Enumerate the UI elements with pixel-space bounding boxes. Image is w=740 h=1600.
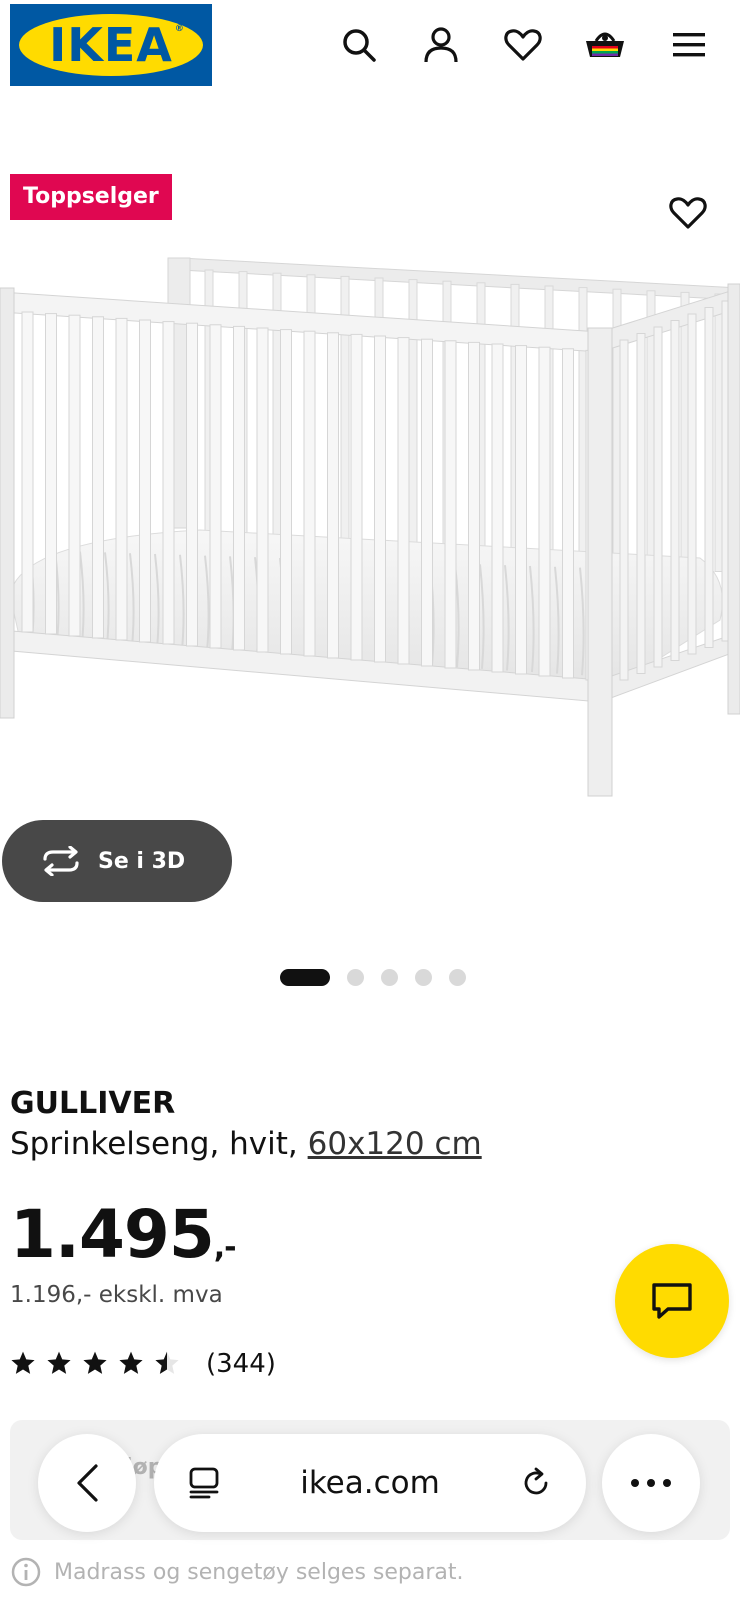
- more-dots-icon: [631, 1479, 671, 1487]
- price-ex-vat: 1.196,- ekskl. mva: [10, 1282, 223, 1308]
- view-in-3d-label: Se i 3D: [98, 848, 186, 874]
- search-icon[interactable]: [336, 22, 382, 68]
- logo-text: IKEA ®: [49, 18, 185, 72]
- pagination-dot[interactable]: [347, 968, 364, 986]
- user-icon[interactable]: [418, 22, 464, 68]
- chevron-left-icon: [77, 1464, 98, 1502]
- tabs-icon[interactable]: [184, 1463, 224, 1503]
- menu-icon[interactable]: [666, 22, 712, 68]
- ikea-logo[interactable]: IKEA ®: [10, 4, 212, 86]
- reload-icon[interactable]: [516, 1463, 556, 1503]
- product-description: Sprinkelseng, hvit, 60x120 cm: [10, 1126, 482, 1162]
- chat-icon: [652, 1283, 692, 1319]
- half-star-icon: [155, 1351, 179, 1374]
- info-note-text: Madrass og sengetøy selges separat.: [54, 1559, 464, 1585]
- registered-mark: ®: [174, 24, 185, 34]
- product-size-link[interactable]: 60x120 cm: [308, 1126, 482, 1162]
- info-icon: [11, 1557, 41, 1587]
- pagination-dot[interactable]: [449, 968, 466, 986]
- basket-icon[interactable]: [582, 22, 628, 68]
- product-type: Sprinkelseng, hvit,: [10, 1126, 308, 1162]
- logo-oval: IKEA ®: [19, 14, 203, 76]
- heart-icon[interactable]: [500, 22, 546, 68]
- pagination-dot[interactable]: [415, 968, 432, 986]
- view-in-3d-button[interactable]: Se i 3D: [2, 820, 232, 902]
- product-image[interactable]: [0, 240, 740, 820]
- gallery-pagination: [280, 968, 466, 986]
- pagination-dot[interactable]: [381, 968, 398, 986]
- review-count[interactable]: (344): [206, 1349, 276, 1379]
- price-suffix: ,-: [213, 1230, 237, 1265]
- price-value: 1.495: [10, 1196, 215, 1273]
- info-note: Madrass og sengetøy selges separat.: [10, 1556, 463, 1588]
- browser-back-button[interactable]: [38, 1434, 136, 1532]
- product-price: 1.495,-: [10, 1196, 237, 1273]
- product-name: GULLIVER: [10, 1086, 176, 1121]
- rotate-3d-icon: [38, 838, 84, 884]
- star-icon: [11, 1351, 35, 1374]
- save-favourite-icon[interactable]: [665, 190, 711, 236]
- pagination-dot[interactable]: [280, 968, 330, 986]
- star-icon: [47, 1351, 71, 1374]
- browser-address-bar[interactable]: ikea.com: [154, 1434, 586, 1532]
- rating-stars[interactable]: [10, 1350, 180, 1376]
- browser-more-button[interactable]: [602, 1434, 700, 1532]
- chat-button[interactable]: [615, 1244, 729, 1358]
- star-icon: [119, 1351, 143, 1374]
- browser-url[interactable]: ikea.com: [224, 1465, 516, 1501]
- star-icon: [83, 1351, 107, 1374]
- top-seller-badge: Toppselger: [10, 174, 172, 220]
